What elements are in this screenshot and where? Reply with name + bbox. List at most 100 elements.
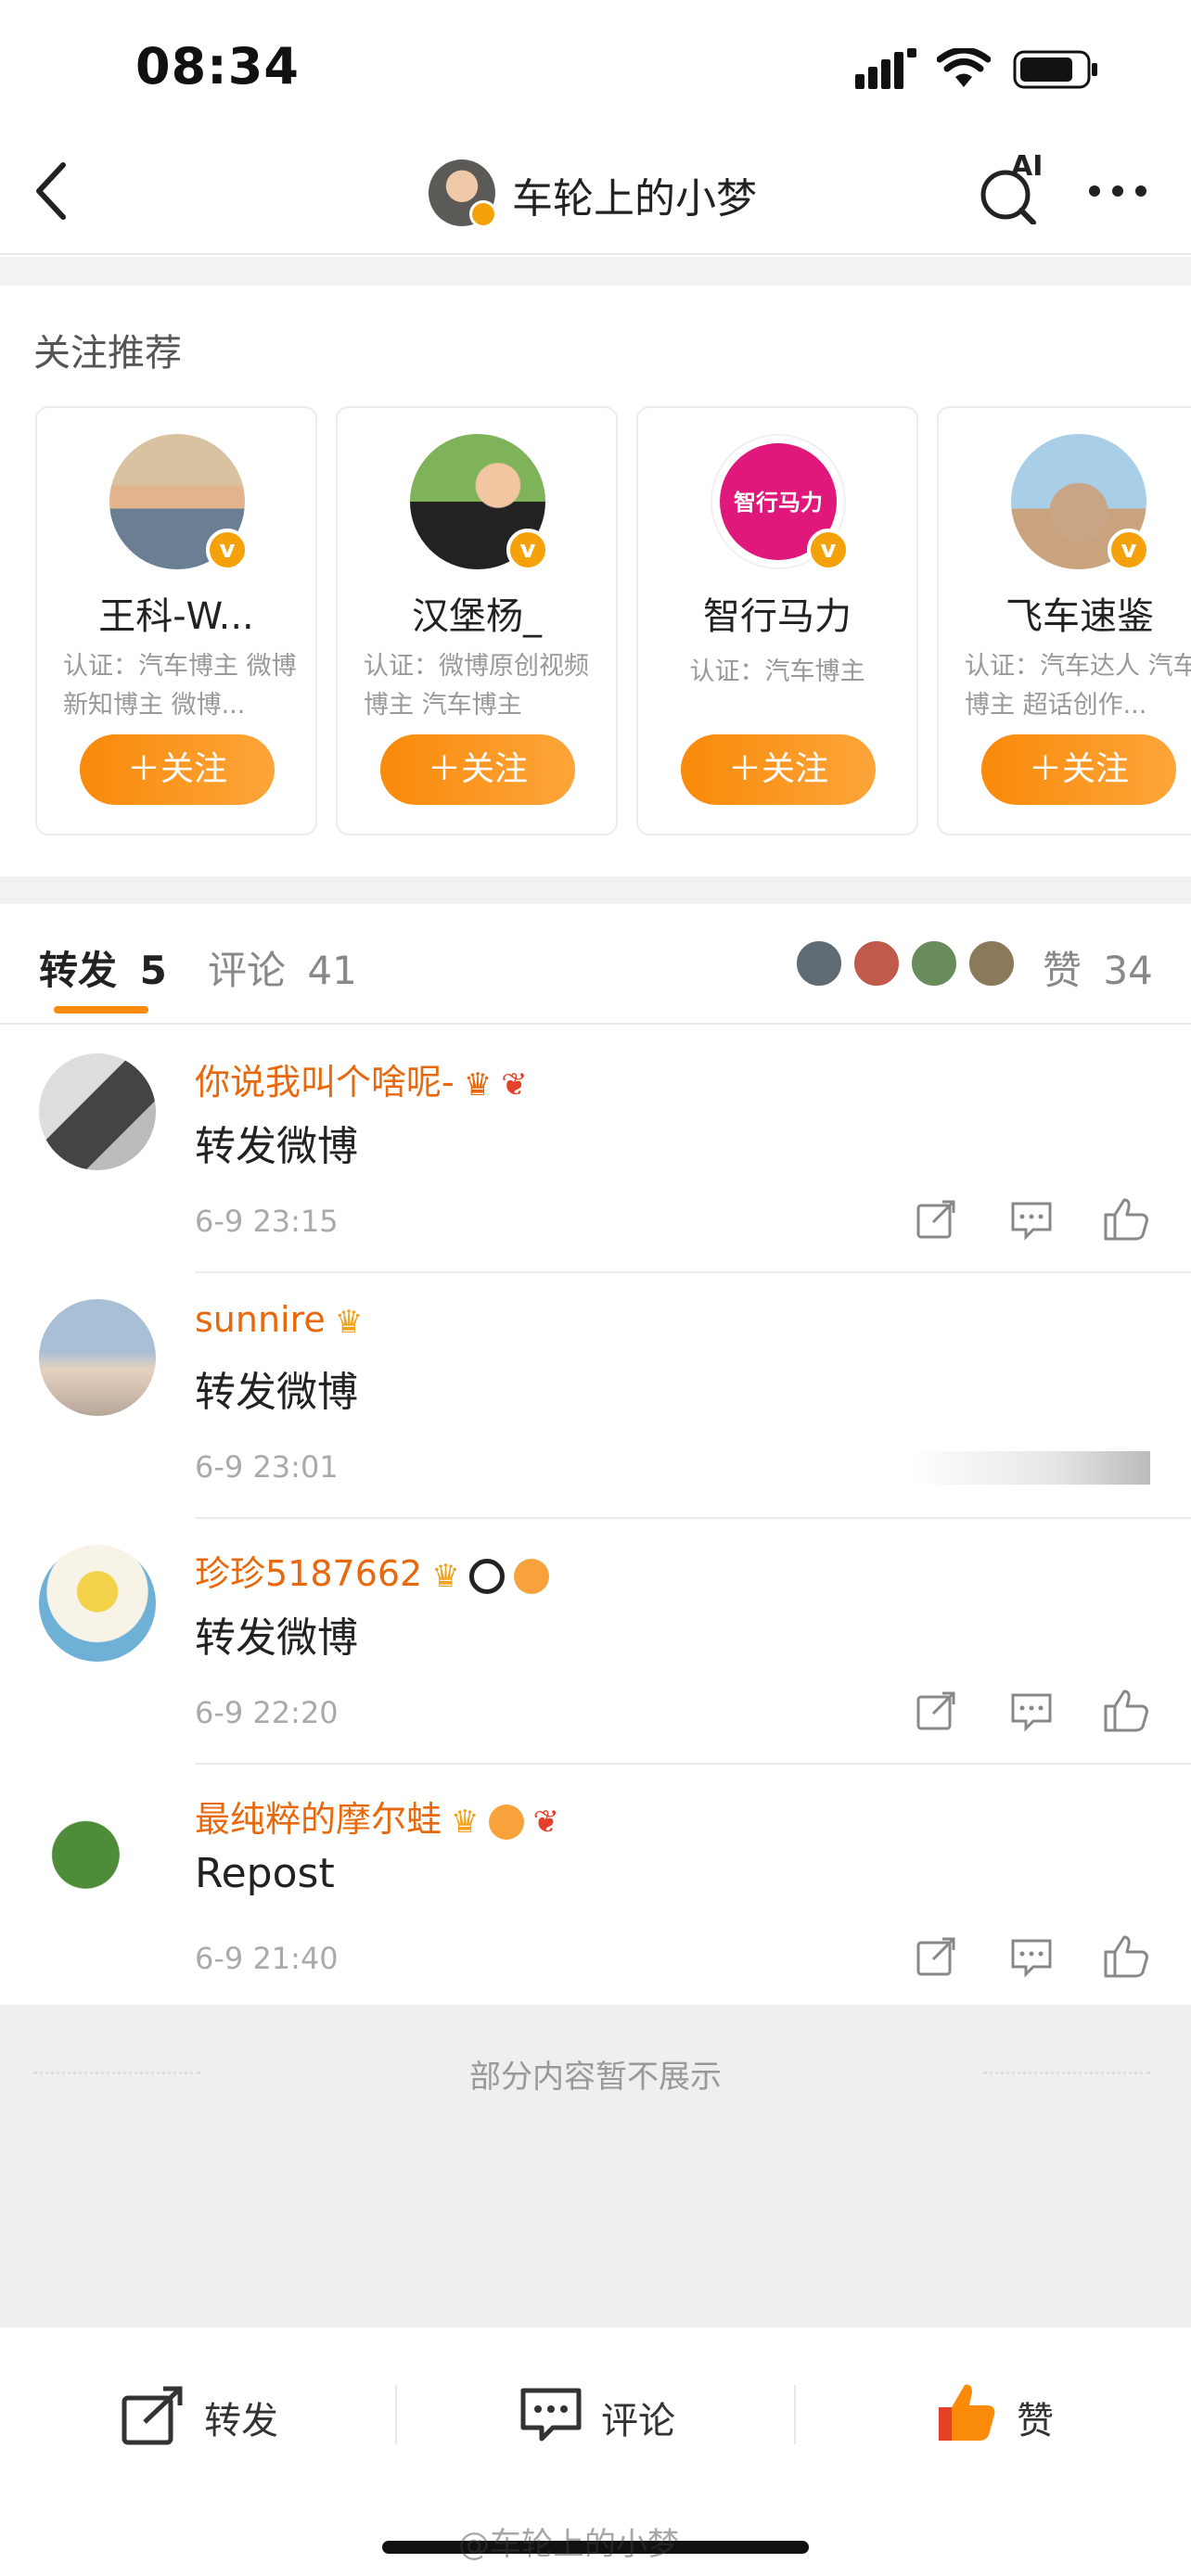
avatar[interactable]	[39, 1053, 156, 1170]
comment-label: 评论	[601, 2400, 675, 2442]
list-item[interactable]: sunnire ♛ 转发微博 6-9 23:01	[0, 1273, 1191, 1519]
tab-label: 转发	[39, 948, 118, 993]
like-filled-icon	[939, 2384, 995, 2441]
recommend-card[interactable]: 智行马力 v 智行马力 认证：汽车博主 ＋关注	[636, 406, 918, 835]
tab-repost[interactable]: 转发 5	[39, 939, 167, 996]
repost-text: Repost	[195, 1850, 335, 1897]
avatar[interactable]	[39, 1545, 156, 1662]
follow-button[interactable]: ＋关注	[981, 734, 1176, 805]
avatar[interactable]	[39, 1299, 156, 1416]
list-item[interactable]: 最纯粹的摩尔蛙 ♛ ❦ Repost 6-9 21:40	[0, 1765, 1191, 2005]
username[interactable]: 你说我叫个啥呢- ♛ ❦	[195, 1053, 528, 1104]
crown-icon: ♛	[463, 1065, 493, 1103]
repost-text: 转发微博	[195, 1369, 358, 1416]
avatar[interactable]	[39, 1791, 156, 1907]
section-title: 关注推荐	[33, 332, 182, 375]
liker-avatar[interactable]	[794, 938, 844, 988]
timestamp: 6-9 21:40	[195, 1941, 339, 1976]
repost-text: 转发微博	[195, 1123, 358, 1170]
follow-button[interactable]: ＋关注	[380, 734, 575, 805]
signal-icon	[855, 48, 916, 89]
follow-button[interactable]: ＋关注	[80, 734, 275, 805]
tab-like[interactable]: 赞 34	[1043, 939, 1153, 996]
comment-icon	[520, 2388, 582, 2442]
status-bar: 08:34	[0, 0, 1191, 139]
card-name: 汉堡杨_	[412, 595, 542, 638]
username[interactable]: sunnire ♛	[195, 1299, 363, 1341]
dotted-line	[983, 2072, 1150, 2074]
verified-badge: v	[206, 529, 249, 571]
tab-comment[interactable]: 评论 41	[208, 939, 357, 996]
recommend-card[interactable]: v 飞车速鉴 认证：汽车达人 汽车博主 超话创作... ＋关注	[937, 406, 1191, 835]
recommend-card[interactable]: v 王科-W... 认证：汽车博主 微博新知博主 微博... ＋关注	[35, 406, 317, 835]
repost-text: 转发微博	[195, 1614, 358, 1662]
card-desc: 认证：汽车博主	[689, 657, 865, 686]
username[interactable]: 最纯粹的摩尔蛙 ♛ ❦	[195, 1791, 559, 1842]
tab-count: 5	[139, 948, 167, 993]
comment-button[interactable]: 评论	[519, 2374, 705, 2457]
username-text: 最纯粹的摩尔蛙	[195, 1799, 442, 1840]
divider	[0, 257, 1191, 286]
verified-badge: v	[807, 529, 850, 571]
panda-icon	[468, 1558, 505, 1594]
brand-logo-text: 智行马力	[734, 490, 823, 516]
share-icon[interactable]	[911, 1930, 963, 1982]
like-label: 赞	[1017, 2400, 1054, 2442]
card-name: 智行马力	[703, 595, 852, 638]
crown-icon: ♛	[431, 1557, 460, 1595]
tab-underline	[54, 1006, 148, 1014]
tab-count: 34	[1103, 948, 1153, 993]
back-icon[interactable]	[28, 161, 72, 221]
share-icon[interactable]	[911, 1684, 963, 1736]
card-desc: 认证：汽车达人 汽车博主 超话创作...	[965, 652, 1191, 720]
share-icon	[122, 2386, 183, 2445]
tab-label: 评论	[208, 948, 287, 993]
tab-count: 41	[307, 948, 357, 993]
verified-badge: v	[506, 529, 549, 571]
liker-avatar[interactable]	[852, 938, 902, 988]
follow-button[interactable]: ＋关注	[681, 734, 876, 805]
action-bar-loading	[909, 1451, 1150, 1485]
card-name: 飞车速鉴	[1005, 595, 1154, 638]
list-item[interactable]: 你说我叫个啥呢- ♛ ❦ 转发微博 6-9 23:15	[0, 1027, 1191, 1273]
like-icon[interactable]	[1100, 1930, 1152, 1982]
hidden-content-notice: 部分内容暂不展示	[0, 2005, 1191, 2327]
repost-label: 转发	[204, 2400, 278, 2442]
tabs-bar: 转发 5 评论 41 赞 34	[0, 904, 1191, 1025]
crown-icon: ♛	[334, 1303, 364, 1341]
like-icon[interactable]	[1100, 1192, 1152, 1244]
watermark: @车轮上的小梦	[458, 2526, 679, 2563]
recommend-card[interactable]: v 汉堡杨_ 认证：微博原创视频博主 汽车博主 ＋关注	[336, 406, 618, 835]
username-text: 珍珍5187662	[195, 1553, 423, 1594]
status-time: 08:34	[135, 37, 300, 96]
username[interactable]: 珍珍5187662 ♛	[195, 1545, 549, 1596]
like-icon[interactable]	[1100, 1684, 1152, 1736]
liker-avatar[interactable]	[967, 938, 1017, 988]
comment-icon[interactable]	[1005, 1930, 1057, 1982]
shrimp-icon: ❦	[501, 1065, 528, 1103]
wifi-icon	[937, 48, 991, 87]
bottom-action-bar: 转发 评论 赞 @车轮上的小梦	[0, 2327, 1191, 2576]
divider	[395, 2385, 397, 2444]
ai-search-button[interactable]: AI	[980, 150, 1044, 225]
pufferfish-icon	[513, 1558, 549, 1594]
username-text: 你说我叫个啥呢-	[195, 1062, 455, 1103]
like-button[interactable]: 赞	[935, 2374, 1083, 2457]
comment-icon[interactable]	[1005, 1192, 1057, 1244]
page-title: 车轮上的小梦	[512, 175, 757, 223]
ai-label: AI	[1011, 150, 1044, 183]
repost-button[interactable]: 转发	[121, 2374, 306, 2457]
more-icon[interactable]	[1087, 184, 1148, 198]
card-name: 王科-W...	[98, 595, 254, 638]
card-desc: 认证：汽车博主 微博新知博主 微博...	[63, 652, 297, 720]
share-icon[interactable]	[911, 1192, 963, 1244]
list-item[interactable]: 珍珍5187662 ♛ 转发微博 6-9 22:20	[0, 1519, 1191, 1765]
tab-label: 赞	[1043, 948, 1082, 993]
timestamp: 6-9 23:01	[195, 1449, 339, 1485]
timestamp: 6-9 23:15	[195, 1204, 339, 1239]
shrimp-icon: ❦	[532, 1803, 560, 1841]
verified-badge	[469, 200, 497, 228]
card-desc: 认证：微博原创视频博主 汽车博主	[364, 652, 589, 720]
comment-icon[interactable]	[1005, 1684, 1057, 1736]
liker-avatar[interactable]	[909, 938, 959, 988]
